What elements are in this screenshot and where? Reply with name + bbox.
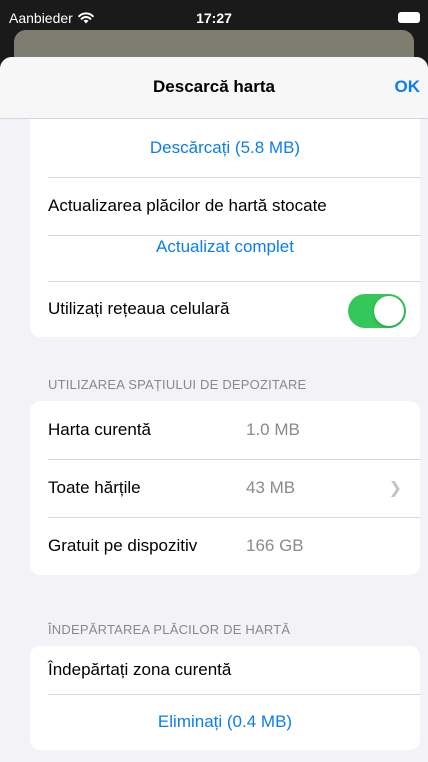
- storage-row-label: Harta curentă: [48, 420, 151, 439]
- download-button-label: Descărcați (5.8 MB): [149, 138, 301, 157]
- storage-row-value: 166 GB: [246, 536, 304, 555]
- ok-button[interactable]: OK: [395, 77, 421, 97]
- status-time: 17:27: [196, 10, 232, 26]
- remove-area-row: Îndepărtați zona curentă: [30, 646, 420, 694]
- update-tiles-row: Actualizarea plăcilor de hartă stocate: [30, 177, 420, 235]
- storage-row-current-map: Harta curentă 1.0 MB: [30, 401, 420, 459]
- navigation-bar: Descarcă harta OK: [0, 57, 428, 119]
- storage-section-header: UTILIZAREA SPAȚIULUI DE DEPOZITARE: [48, 377, 307, 392]
- storage-row-label: Toate hărțile: [48, 478, 141, 497]
- cellular-label: Utilizați rețeaua celulară: [48, 299, 230, 318]
- download-map-sheet: Descarcă harta OK Descărcați (5.8 MB) Ac…: [0, 57, 428, 762]
- update-status[interactable]: Actualizat complet: [30, 235, 420, 281]
- storage-row-label: Gratuit pe dispozitiv: [48, 536, 198, 555]
- chevron-right-icon: ❯: [388, 480, 402, 497]
- cellular-toggle[interactable]: [348, 294, 406, 328]
- storage-row-value: 1.0 MB: [246, 420, 300, 439]
- storage-row-value: 43 MB: [246, 478, 296, 497]
- page-title: Descarcă harta: [153, 77, 275, 96]
- storage-row-all-maps[interactable]: Toate hărțile 43 MB ❯: [30, 459, 420, 517]
- storage-group: Harta curentă 1.0 MB Toate hărțile 43 MB…: [30, 401, 420, 575]
- cellular-row: Utilizați rețeaua celulară: [30, 281, 420, 337]
- download-group: Descărcați (5.8 MB) Actualizarea plăcilo…: [30, 119, 420, 337]
- remove-area-label: Îndepărtați zona curentă: [48, 660, 232, 679]
- remove-group: Îndepărtați zona curentă Eliminați (0.4 …: [30, 646, 420, 750]
- remove-button[interactable]: Eliminați (0.4 MB): [30, 694, 420, 750]
- update-status-label: Actualizat complet: [156, 237, 294, 256]
- storage-row-free-space: Gratuit pe dispozitiv 166 GB: [30, 517, 420, 575]
- remove-button-label: Eliminați (0.4 MB): [157, 712, 293, 731]
- toggle-knob: [374, 296, 404, 326]
- update-tiles-label: Actualizarea plăcilor de hartă stocate: [48, 196, 327, 215]
- download-button[interactable]: Descărcați (5.8 MB): [30, 119, 420, 177]
- remove-section-header: ÎNDEPĂRTAREA PLĂCILOR DE HARTĂ: [48, 622, 291, 637]
- battery-icon: [398, 12, 420, 23]
